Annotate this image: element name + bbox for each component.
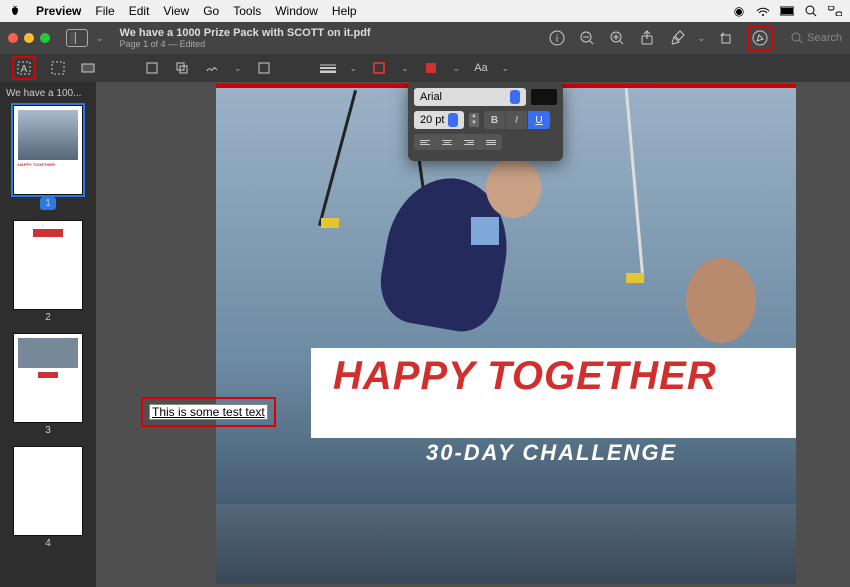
sketch-tool-button[interactable] <box>144 60 160 76</box>
font-size-stepper[interactable]: ▲▼ <box>469 113 479 127</box>
border-color-button[interactable] <box>371 60 387 76</box>
info-button[interactable]: i <box>548 29 566 47</box>
page-number-3: 3 <box>6 425 90 436</box>
svg-text:A: A <box>21 64 28 75</box>
markup-icon <box>751 29 769 47</box>
minimize-window-button[interactable] <box>24 33 34 43</box>
preview-window: ⌄ We have a 1000 Prize Pack with SCOTT o… <box>0 22 850 587</box>
control-center-icon[interactable] <box>828 4 842 18</box>
sidebar-toggle-chevron-icon[interactable]: ⌄ <box>96 33 104 44</box>
subhead-text: 30-DAY CHALLENGE <box>426 440 677 466</box>
align-left-button[interactable] <box>414 134 436 150</box>
document-title-block: We have a 1000 Prize Pack with SCOTT on … <box>120 27 371 49</box>
page-thumbnail-2[interactable] <box>13 220 83 310</box>
document-canvas[interactable]: HAPPY TOGETHER 30-DAY CHALLENGE This is … <box>96 82 850 587</box>
svg-text:i: i <box>555 34 557 45</box>
font-size-select[interactable]: 20 pt <box>414 111 464 129</box>
align-right-button[interactable] <box>458 134 480 150</box>
search-placeholder: Search <box>807 32 842 44</box>
menu-go[interactable]: Go <box>203 4 219 18</box>
titlebar: ⌄ We have a 1000 Prize Pack with SCOTT o… <box>0 22 850 54</box>
menu-window[interactable]: Window <box>275 4 318 18</box>
markup-toolbar-button[interactable] <box>747 25 773 51</box>
font-size-value: 20 pt <box>420 114 444 126</box>
select-arrows-icon <box>448 113 458 127</box>
select-arrows-icon <box>510 90 520 104</box>
text-annotation-box[interactable]: This is some test text <box>141 397 276 427</box>
align-center-button[interactable] <box>436 134 458 150</box>
share-button[interactable] <box>638 29 656 47</box>
zoom-in-button[interactable] <box>608 29 626 47</box>
font-family-select[interactable]: Arial <box>414 88 526 106</box>
search-menu-icon[interactable] <box>804 4 818 18</box>
document-filename: We have a 1000 Prize Pack with SCOTT on … <box>120 27 371 39</box>
menu-file[interactable]: File <box>95 4 114 18</box>
menu-edit[interactable]: Edit <box>129 4 150 18</box>
accessibility-icon[interactable]: ◉ <box>732 4 746 18</box>
page-number-2: 2 <box>6 312 90 323</box>
fill-color-button[interactable] <box>423 60 439 76</box>
stepper-up-icon: ▲ <box>469 113 479 120</box>
sidebar-doc-title: We have a 100... <box>6 88 90 99</box>
chevron-down-icon[interactable]: ⌄ <box>350 63 358 74</box>
close-window-button[interactable] <box>8 33 18 43</box>
sign-tool-button[interactable] <box>204 60 220 76</box>
chevron-down-icon[interactable]: ⌄ <box>401 63 409 74</box>
wifi-icon[interactable] <box>756 4 770 18</box>
italic-button[interactable]: I <box>506 111 528 129</box>
note-tool-button[interactable] <box>256 60 272 76</box>
page-thumbnail-4[interactable] <box>13 446 83 536</box>
text-tool-button[interactable]: A <box>12 56 36 80</box>
underline-button[interactable]: U <box>528 111 550 129</box>
highlight-button[interactable] <box>668 29 686 47</box>
thumbnail-sidebar: We have a 100... HAPPY TOGETHER 1 2 3 4 <box>0 82 96 587</box>
chevron-down-icon[interactable]: ⌄ <box>502 63 510 74</box>
hero-image: HAPPY TOGETHER 30-DAY CHALLENGE <box>216 88 796 584</box>
zoom-out-button[interactable] <box>578 29 596 47</box>
apple-icon[interactable] <box>8 4 22 18</box>
chevron-down-icon[interactable]: ⌄ <box>453 63 461 74</box>
page-number-1: 1 <box>40 197 56 210</box>
zoom-window-button[interactable] <box>40 33 50 43</box>
align-justify-button[interactable] <box>480 134 502 150</box>
menu-tools[interactable]: Tools <box>233 4 261 18</box>
rotate-button[interactable] <box>717 29 735 47</box>
font-color-swatch[interactable] <box>531 89 557 105</box>
font-family-value: Arial <box>420 91 442 103</box>
redact-tool-button[interactable] <box>80 60 96 76</box>
font-style-button[interactable]: Aa <box>474 62 487 74</box>
shapes-tool-button[interactable] <box>174 60 190 76</box>
stepper-down-icon: ▼ <box>469 120 479 127</box>
selection-tool-button[interactable] <box>50 60 66 76</box>
document-subtitle: Page 1 of 4 — Edited <box>120 39 371 49</box>
app-name[interactable]: Preview <box>36 4 81 18</box>
chevron-down-icon[interactable]: ⌄ <box>234 63 242 74</box>
border-style-button[interactable] <box>320 60 336 76</box>
menu-view[interactable]: View <box>163 4 189 18</box>
system-menubar: Preview File Edit View Go Tools Window H… <box>0 0 850 22</box>
font-panel: Arial 20 pt ▲▼ B I U <box>408 82 563 161</box>
search-icon <box>791 32 803 44</box>
selection-handle[interactable] <box>471 217 499 245</box>
page-thumbnail-3[interactable] <box>13 333 83 423</box>
highlight-chevron-icon[interactable]: ⌄ <box>698 33 706 44</box>
annotation-text[interactable]: This is some test text <box>149 404 268 420</box>
page-number-4: 4 <box>6 538 90 549</box>
bold-button[interactable]: B <box>484 111 506 129</box>
menu-help[interactable]: Help <box>332 4 357 18</box>
page-thumbnail-1[interactable]: HAPPY TOGETHER <box>13 105 83 195</box>
window-controls <box>8 33 50 43</box>
battery-icon[interactable] <box>780 4 794 18</box>
headline-text: HAPPY TOGETHER <box>311 348 796 399</box>
sidebar-toggle-button[interactable] <box>66 29 88 47</box>
search-field[interactable]: Search <box>791 32 842 44</box>
markup-toolbar: A ⌄ ⌄ ⌄ ⌄ Aa ⌄ <box>0 54 850 82</box>
text-tool-icon: A <box>16 60 32 76</box>
